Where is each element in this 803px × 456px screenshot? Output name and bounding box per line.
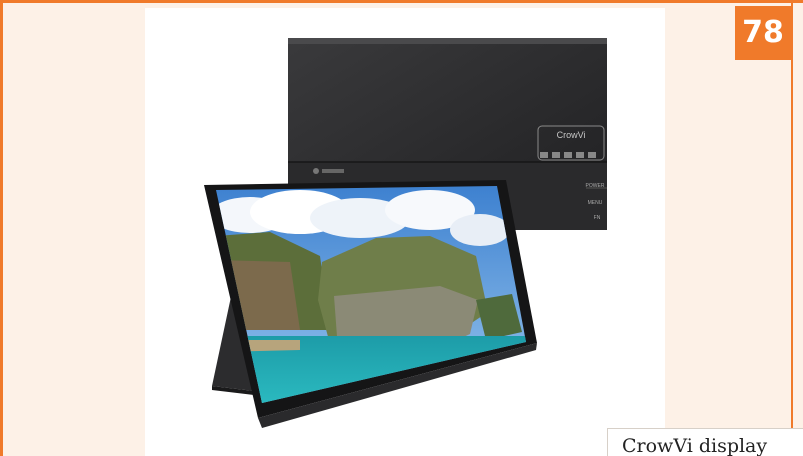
rear-button-label-menu: MENU <box>588 200 603 206</box>
brand-logo-icon <box>313 168 319 174</box>
rear-button-label-power: POWER <box>586 183 605 189</box>
caption-text: CrowVi display <box>622 435 768 456</box>
caption-box: CrowVi display <box>607 428 803 456</box>
page-number-badge: 78 <box>735 6 791 60</box>
rear-button-label-fn: FN <box>594 215 601 221</box>
product-illustration: CrowVi POWER MENU FN <box>204 38 607 428</box>
rear-brand-label: CrowVi <box>557 130 586 140</box>
